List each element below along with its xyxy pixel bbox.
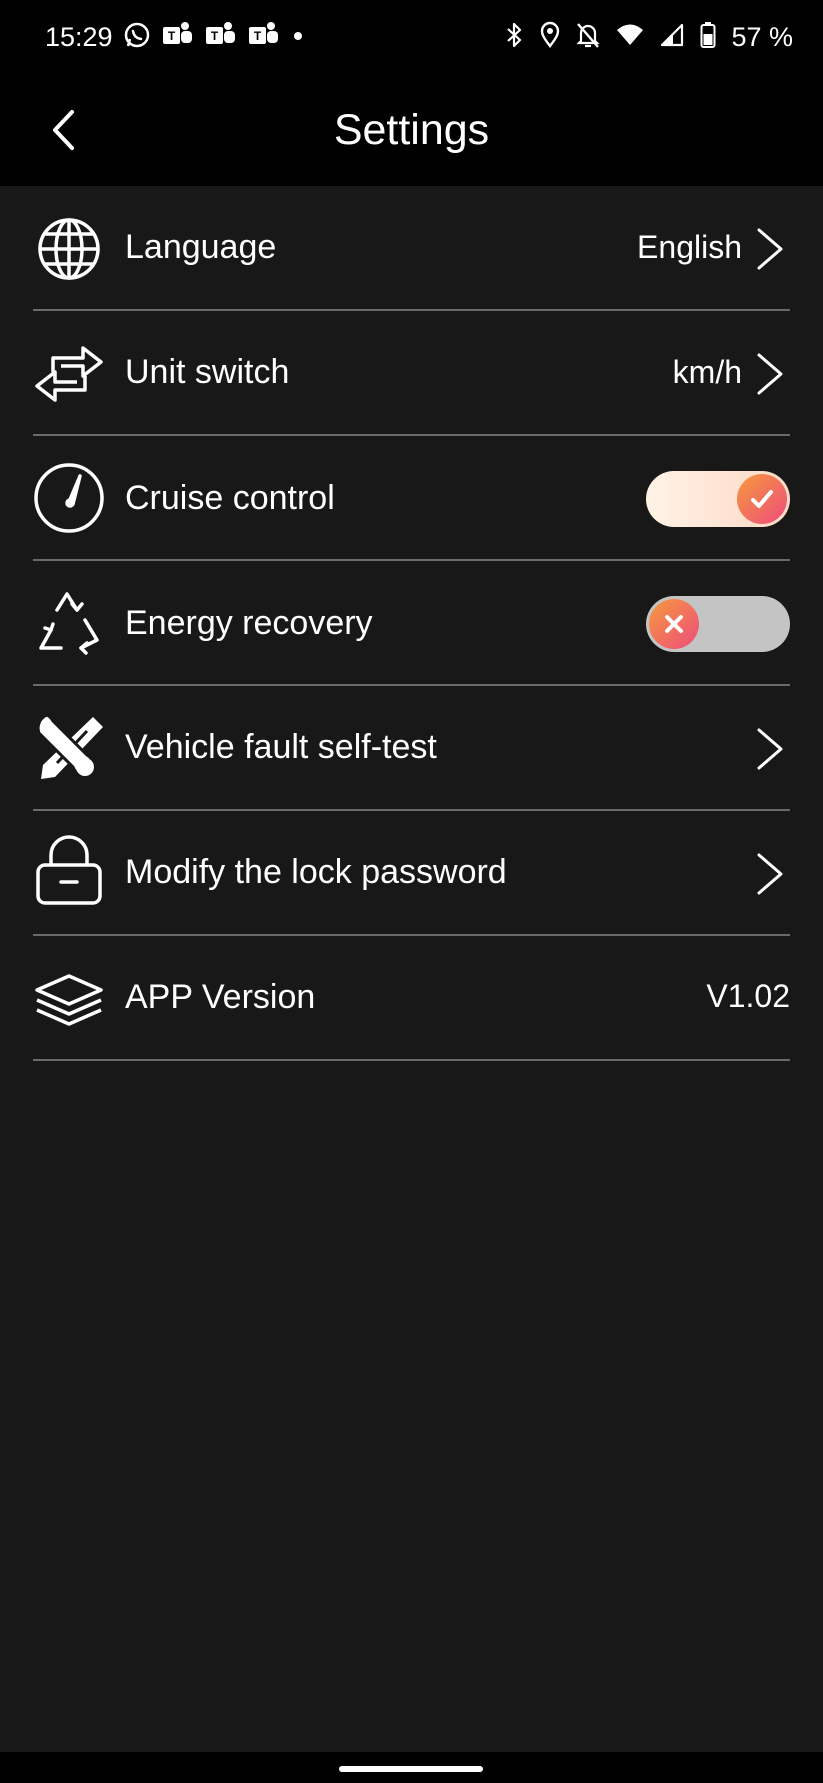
lock-password-label: Modify the lock password <box>125 853 507 891</box>
language-row[interactable]: Language English <box>33 186 790 311</box>
settings-list: Language English Unit switch km/h Cruise… <box>0 186 823 1752</box>
bell-off-icon <box>575 20 601 55</box>
check-icon <box>751 490 773 508</box>
location-icon <box>539 20 561 55</box>
chevron-right-icon <box>750 346 790 402</box>
chevron-right-icon <box>750 221 790 277</box>
app-header: Settings <box>0 78 823 186</box>
teams-icon: T <box>204 20 238 55</box>
page-title: Settings <box>333 106 490 154</box>
unit-switch-row[interactable]: Unit switch km/h <box>33 311 790 436</box>
cruise-control-toggle[interactable] <box>646 471 790 527</box>
status-bar: 15:29 T T T 57 % <box>0 0 823 78</box>
svg-text:T: T <box>168 29 176 43</box>
lock-password-row[interactable]: Modify the lock password <box>33 811 790 936</box>
energy-recovery-toggle[interactable] <box>646 596 790 652</box>
svg-text:T: T <box>254 29 262 43</box>
cruise-control-label: Cruise control <box>125 479 335 517</box>
language-label: Language <box>125 228 277 266</box>
teams-icon: T <box>247 20 281 55</box>
app-version-value: V1.02 <box>706 978 790 1014</box>
app-version-label: APP Version <box>125 978 316 1016</box>
wifi-icon <box>615 20 645 55</box>
tools-icon <box>33 711 105 783</box>
energy-recovery-label: Energy recovery <box>125 604 373 642</box>
fault-self-test-label: Vehicle fault self-test <box>125 728 437 766</box>
layers-icon <box>33 962 105 1034</box>
teams-icon: T <box>161 20 195 55</box>
toggle-knob <box>649 599 699 649</box>
nav-bar <box>0 1752 823 1783</box>
app-version-row: APP Version V1.02 <box>33 936 790 1061</box>
lock-icon <box>33 835 105 907</box>
status-time: 15:29 <box>45 22 113 52</box>
battery-icon <box>699 20 717 55</box>
home-indicator[interactable] <box>339 1766 483 1772</box>
recycle-icon <box>33 586 105 658</box>
chevron-right-icon <box>750 846 790 902</box>
whatsapp-icon <box>122 20 152 55</box>
unit-switch-value: km/h <box>672 354 742 390</box>
battery-percent: 57 % <box>731 22 793 52</box>
swap-arrows-icon <box>33 338 105 410</box>
signal-icon <box>659 20 685 55</box>
unit-switch-label: Unit switch <box>125 353 290 391</box>
cruise-control-row: Cruise control <box>33 436 790 561</box>
energy-recovery-row: Energy recovery <box>33 561 790 686</box>
close-icon <box>665 615 683 633</box>
toggle-knob <box>737 474 787 524</box>
svg-text:T: T <box>211 29 219 43</box>
speedometer-icon <box>33 462 105 534</box>
bluetooth-icon <box>503 20 525 55</box>
globe-icon <box>33 213 105 285</box>
chevron-right-icon <box>750 721 790 777</box>
system-status-icons: 57 % <box>503 20 793 55</box>
notification-icons: T T T <box>122 20 306 55</box>
language-value: English <box>637 229 742 265</box>
dot-icon <box>290 20 306 55</box>
fault-self-test-row[interactable]: Vehicle fault self-test <box>33 686 790 811</box>
